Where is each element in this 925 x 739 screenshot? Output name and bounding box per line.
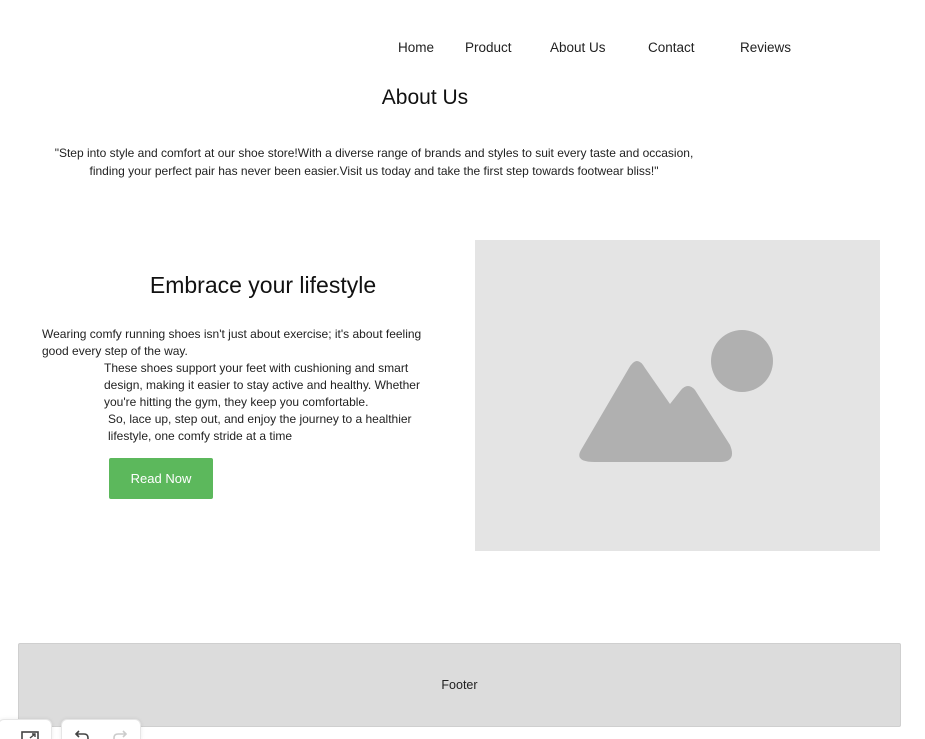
nav-contact[interactable]: Contact	[648, 40, 695, 55]
hero-title: Embrace your lifestyle	[149, 272, 377, 298]
editor-toolbar-left	[0, 719, 52, 739]
hero-body: Wearing comfy running shoes isn't just a…	[42, 326, 442, 445]
editor-toolbar-right	[61, 719, 141, 739]
intro-line-2: finding your perfect pair has never been…	[89, 164, 659, 178]
hero-paragraph-2: These shoes support your feet with cushi…	[104, 361, 420, 409]
footer-label: Footer	[441, 678, 478, 692]
redo-icon[interactable]	[112, 729, 128, 739]
read-now-button[interactable]: Read Now	[109, 458, 213, 499]
footer: Footer	[18, 643, 901, 727]
hero-paragraph-3: So, lace up, step out, and enjoy the jou…	[108, 412, 412, 443]
nav-reviews[interactable]: Reviews	[740, 40, 791, 55]
nav-home[interactable]: Home	[398, 40, 434, 55]
page-title: About Us	[381, 86, 469, 109]
nav-product[interactable]: Product	[465, 40, 512, 55]
intro-line-1: "Step into style and comfort at our shoe…	[54, 146, 694, 160]
hero-paragraph-1: Wearing comfy running shoes isn't just a…	[42, 327, 422, 358]
undo-icon[interactable]	[74, 729, 90, 739]
hero-image-placeholder	[475, 240, 880, 551]
main-nav: Home Product About Us Contact Reviews	[0, 40, 925, 58]
intro-text: "Step into style and comfort at our shoe…	[0, 144, 748, 180]
nav-about-us[interactable]: About Us	[550, 40, 606, 55]
resize-icon[interactable]	[21, 729, 39, 739]
image-placeholder-icon	[579, 330, 773, 462]
